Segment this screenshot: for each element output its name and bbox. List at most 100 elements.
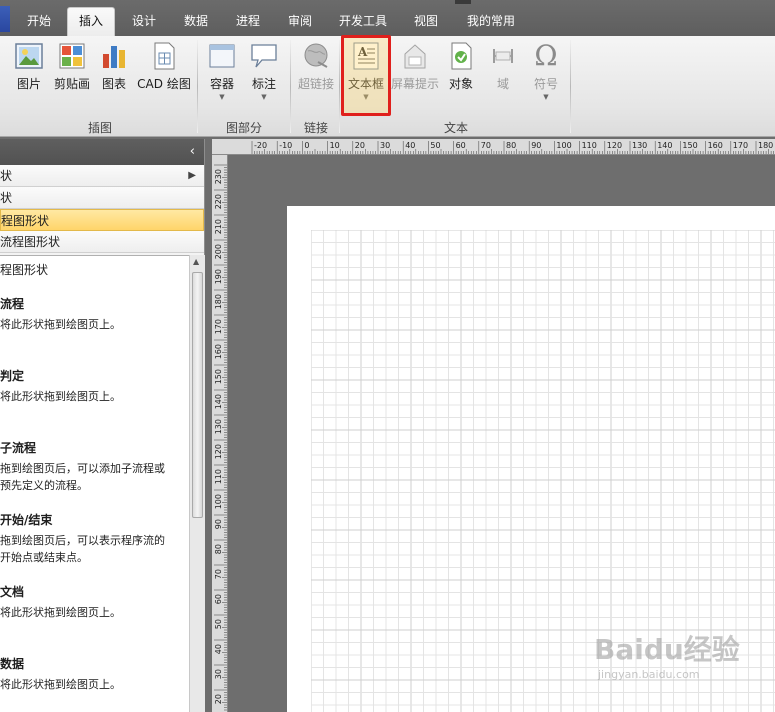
symbol-dropdown-icon: ▼ xyxy=(543,93,549,101)
visio-window: 开始 插入 设计 数据 进程 审阅 开发工具 视图 我的常用 图片 剪贴画 图表… xyxy=(0,0,775,712)
stencil-category-label: 状 xyxy=(0,191,13,205)
shape-name: 判定 xyxy=(0,369,25,383)
group-illustrations-label: 插图 xyxy=(87,121,112,135)
shape-item-start-end[interactable]: 开始/结束 拖到绘图页后，可以表示程序流的 开始点或结束点。 xyxy=(0,511,190,566)
stencil-category-selected[interactable]: 程图形状 xyxy=(0,209,204,231)
ruler-label: 150 xyxy=(214,369,223,384)
shapes-scrollbar[interactable]: ▲ xyxy=(189,255,205,712)
ruler-label: 130 xyxy=(214,419,223,434)
shape-item-document[interactable]: 文档 将此形状拖到绘图页上。 xyxy=(0,583,190,621)
ruler-label: -20 xyxy=(254,141,267,150)
object-button[interactable]: 对象 xyxy=(442,40,480,92)
tab-data[interactable]: 数据 xyxy=(174,8,218,36)
ruler-label: 160 xyxy=(708,141,723,150)
hyperlink-button[interactable]: 超链接 xyxy=(294,40,338,92)
stencil-shape-list: 程图形状 流程 将此形状拖到绘图页上。 判定 将此形状拖到绘图页上。 子流程 拖… xyxy=(0,255,190,712)
ruler-label: 180 xyxy=(214,294,223,309)
ruler-label: 140 xyxy=(214,394,223,409)
screentip-button[interactable]: 屏幕提示 xyxy=(390,40,440,92)
ruler-label: 60 xyxy=(456,141,466,150)
stencil-title: 程图形状 xyxy=(0,263,49,277)
ruler-label: 180 xyxy=(758,141,773,150)
ruler-label: 160 xyxy=(214,344,223,359)
vertical-ruler-scale: 230 220 210 200 190 180 170 160 150 140 130 120 110 1… xyxy=(214,164,227,711)
tab-insert[interactable]: 插入 xyxy=(67,7,115,37)
ruler-label: 100 xyxy=(556,141,571,150)
shape-name: 文档 xyxy=(0,585,25,599)
chart-icon xyxy=(103,46,125,68)
callout-button[interactable]: 标注 ▼ xyxy=(244,40,284,101)
field-icon xyxy=(493,49,513,63)
ruler-label: 220 xyxy=(214,194,223,209)
collapse-panel-icon[interactable]: ‹ xyxy=(190,144,195,159)
hyperlink-globe-icon xyxy=(304,43,328,68)
ruler-label: 120 xyxy=(214,444,223,459)
stencil-category[interactable]: 状 ▶ xyxy=(0,165,204,187)
container-button[interactable]: 容器 ▼ xyxy=(202,40,242,101)
omega-icon: Ω xyxy=(534,39,558,72)
ruler-label: 30 xyxy=(214,669,223,679)
scrollbar-thumb[interactable] xyxy=(192,272,203,518)
drawing-page[interactable] xyxy=(287,206,775,712)
ruler-label: 80 xyxy=(214,544,223,554)
shape-name: 流程 xyxy=(0,297,25,311)
container-icon xyxy=(209,44,235,68)
stencil-category-label: 程图形状 xyxy=(1,214,50,228)
chart-button[interactable]: 图表 xyxy=(96,40,132,92)
screentip-label: 屏幕提示 xyxy=(390,77,439,91)
ruler-label: 190 xyxy=(214,269,223,284)
picture-button[interactable]: 图片 xyxy=(10,40,48,92)
textbox-highlight-annotation xyxy=(341,35,391,116)
shape-item-decision[interactable]: 判定 将此形状拖到绘图页上。 xyxy=(0,367,190,405)
callout-icon xyxy=(251,44,277,68)
ruler-label: 210 xyxy=(214,219,223,234)
group-separator xyxy=(197,40,198,133)
symbol-label: 符号 xyxy=(533,77,558,91)
page-grid xyxy=(311,230,775,712)
shape-item-subprocess[interactable]: 子流程 拖到绘图页后，可以添加子流程或 预先定义的流程。 xyxy=(0,439,190,494)
tab-my-favorites[interactable]: 我的常用 xyxy=(458,8,524,36)
ruler-label: 110 xyxy=(214,469,223,484)
tab-design[interactable]: 设计 xyxy=(122,8,166,36)
ruler-label: 10 xyxy=(330,141,340,150)
cad-drawing-button[interactable]: CAD 绘图 xyxy=(134,40,194,92)
group-separator xyxy=(570,40,571,133)
field-button[interactable]: 域 xyxy=(484,40,522,92)
ruler-label: 90 xyxy=(531,141,541,150)
ruler-label: 130 xyxy=(632,141,647,150)
clipart-label: 剪贴画 xyxy=(53,77,90,91)
container-label: 容器 xyxy=(209,77,234,91)
container-dropdown-icon: ▼ xyxy=(219,93,225,101)
stencil-category[interactable]: 流程图形状 xyxy=(0,231,204,253)
ruler-label: 170 xyxy=(214,319,223,334)
chart-label: 图表 xyxy=(101,77,126,91)
shape-item-data[interactable]: 数据 将此形状拖到绘图页上。 xyxy=(0,655,190,693)
chevron-right-icon: ▶ xyxy=(188,170,196,181)
stencil-category[interactable]: 状 xyxy=(0,187,204,209)
ruler-label: 30 xyxy=(380,141,390,150)
drawing-canvas[interactable] xyxy=(229,156,775,712)
file-menu-button[interactable] xyxy=(0,6,10,32)
tab-home[interactable]: 开始 xyxy=(18,8,60,36)
group-links-label: 链接 xyxy=(303,121,328,135)
ruler-label: 60 xyxy=(214,594,223,604)
shape-description: 将此形状拖到绘图页上。 xyxy=(0,390,121,403)
ruler-label: 50 xyxy=(430,141,440,150)
symbol-button[interactable]: Ω 符号 ▼ xyxy=(526,39,566,102)
tab-developer[interactable]: 开发工具 xyxy=(331,8,395,36)
ruler-label: 120 xyxy=(607,141,622,150)
tab-view[interactable]: 视图 xyxy=(404,8,448,36)
ruler-label: 230 xyxy=(214,169,223,184)
ruler-label: 100 xyxy=(214,494,223,509)
title-bar-edge xyxy=(455,0,471,4)
shape-description: 将此形状拖到绘图页上。 xyxy=(0,606,121,619)
tab-process[interactable]: 进程 xyxy=(226,8,270,36)
scroll-up-icon[interactable]: ▲ xyxy=(193,257,199,266)
shape-description: 拖到绘图页后，可以添加子流程或 预先定义的流程。 xyxy=(0,462,165,492)
shape-description: 将此形状拖到绘图页上。 xyxy=(0,678,121,691)
shape-item-process[interactable]: 流程 将此形状拖到绘图页上。 xyxy=(0,295,190,333)
shapes-panel: ‹ 状 ▶ 状 程图形状 流程图形状 程图形状 流程 将此形状拖到绘图页上。 判… xyxy=(0,139,205,712)
clipart-button[interactable]: 剪贴画 xyxy=(50,40,94,92)
ruler-label: 40 xyxy=(405,141,415,150)
tab-review[interactable]: 审阅 xyxy=(278,8,322,36)
